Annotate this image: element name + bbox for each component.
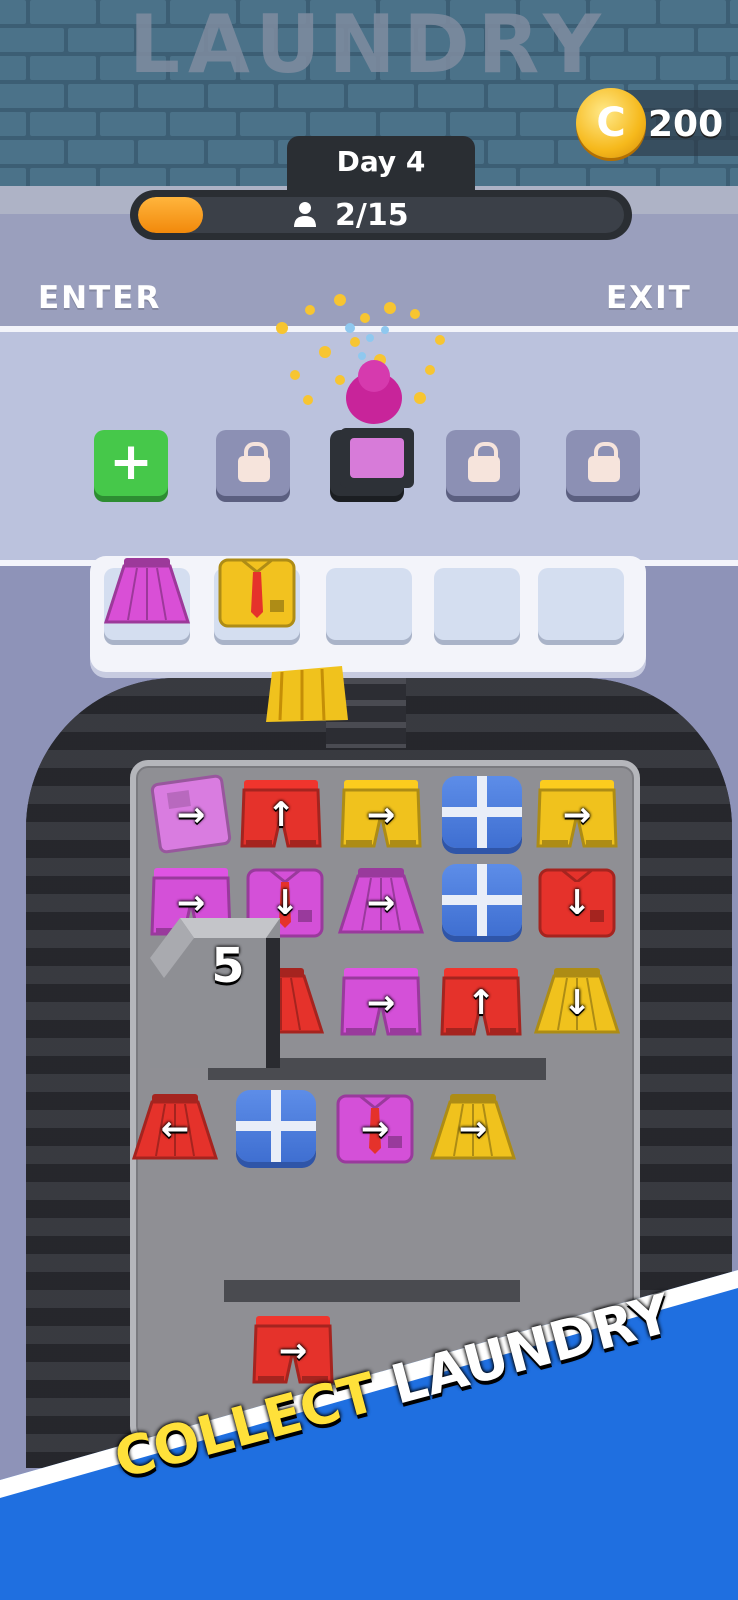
person-icon — [294, 202, 316, 227]
laundry-tile-shorts[interactable]: → — [336, 774, 426, 854]
direction-arrow-icon: ↓ — [270, 883, 300, 923]
direction-arrow-icon: → — [366, 983, 396, 1023]
skirt-icon — [103, 558, 191, 624]
coin-value: 200 — [648, 104, 724, 145]
customer-count: 2/15 — [335, 198, 409, 233]
day-label: Day 4 — [336, 145, 426, 178]
laundry-tile-shorts[interactable]: ↑ — [236, 774, 326, 854]
direction-arrow-icon: → — [366, 883, 396, 923]
direction-arrow-icon: ↑ — [466, 983, 496, 1023]
direction-arrow-icon: → — [458, 1109, 488, 1149]
laundry-tile-shirt[interactable]: ↓ — [532, 862, 622, 942]
exit-label: EXIT — [606, 280, 692, 316]
basket-slot-shirt — [214, 558, 300, 640]
laundry-tile-skirt[interactable]: → — [336, 862, 426, 942]
direction-arrow-icon: → — [176, 795, 206, 835]
laundry-tile-shorts[interactable]: ↑ — [436, 962, 526, 1042]
laundry-tile-shorts[interactable]: → — [532, 774, 622, 854]
laundry-tile-skirt[interactable]: → — [428, 1088, 518, 1168]
direction-arrow-icon: ↓ — [562, 983, 592, 1023]
laundry-tile-skirt[interactable]: ↓ — [532, 962, 622, 1042]
progress-fill — [138, 197, 203, 233]
gift-crate[interactable] — [236, 1090, 316, 1162]
direction-arrow-icon: → — [360, 1109, 390, 1149]
plus-icon: + — [109, 432, 153, 492]
basket-slot-empty — [326, 568, 412, 640]
basket-slot-empty — [538, 568, 624, 640]
lock-icon — [468, 442, 500, 482]
enter-label: ENTER — [38, 280, 162, 316]
direction-arrow-icon: ↓ — [562, 883, 592, 923]
direction-arrow-icon: → — [366, 795, 396, 835]
add-machine-button[interactable]: + — [94, 430, 168, 496]
lock-icon — [588, 442, 620, 482]
direction-arrow-icon: ← — [160, 1109, 190, 1149]
moving-skirt-item — [266, 666, 348, 722]
laundry-tile-shirt[interactable]: → — [330, 1088, 420, 1168]
laundry-tile-skirt[interactable]: ← — [130, 1088, 220, 1168]
shirt-icon — [218, 558, 296, 628]
gift-crate[interactable] — [442, 864, 522, 936]
direction-arrow-icon: → — [176, 883, 206, 923]
laundry-tile-shorts[interactable]: → — [336, 962, 426, 1042]
customer-with-coin-burst — [276, 294, 445, 488]
laundry-wall-sign: LAUNDRY — [129, 0, 609, 91]
basket-slot-skirt — [103, 558, 191, 640]
gift-crate[interactable] — [442, 776, 522, 848]
coin-icon: C — [576, 88, 646, 158]
block-count: 5 — [211, 938, 245, 994]
locked-slot[interactable] — [566, 430, 640, 496]
direction-arrow-icon: ↑ — [266, 795, 296, 835]
direction-arrow-icon: → — [562, 795, 592, 835]
basket-slot-empty — [434, 568, 520, 640]
lock-icon — [238, 442, 270, 482]
laundry-tile-jeans[interactable]: → — [146, 774, 236, 854]
